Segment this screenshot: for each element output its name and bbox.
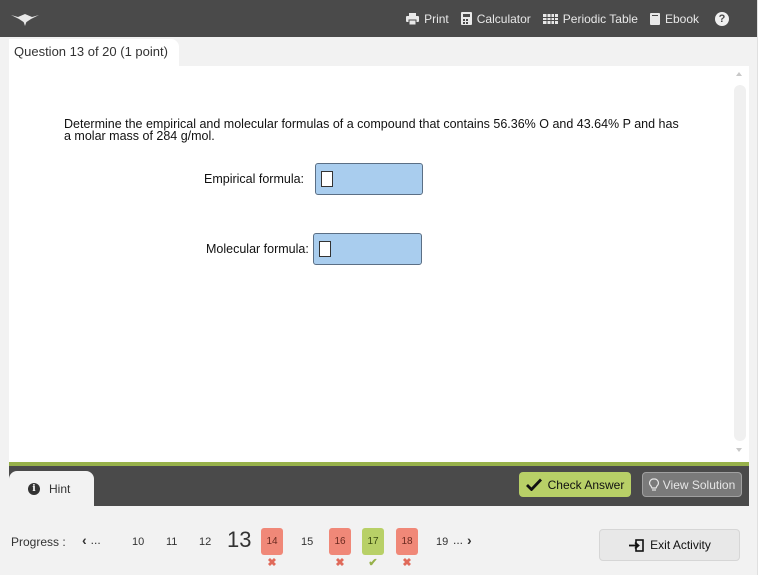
info-icon: i	[28, 482, 40, 495]
scrollbar-thumb[interactable]	[734, 85, 746, 441]
exit-activity-label: Exit Activity	[650, 538, 711, 552]
print-label: Print	[424, 11, 449, 26]
exit-icon	[629, 538, 644, 552]
progress-label: Progress :	[11, 535, 66, 549]
calculator-label: Calculator	[476, 11, 531, 26]
chevron-right-icon: ›	[467, 532, 472, 548]
progress-next-label: ...	[453, 533, 464, 547]
periodic-table-label: Periodic Table	[562, 11, 638, 26]
progress-item-12[interactable]: 12	[199, 536, 211, 548]
view-solution-label: View Solution	[662, 477, 736, 492]
wrong-mark-icon: ✖	[402, 557, 412, 569]
question-tab: Question 13 of 20 (1 point)	[9, 39, 179, 67]
chevron-left-icon: ‹	[82, 532, 87, 548]
question-text: Determine the empirical and molecular fo…	[64, 117, 679, 143]
hint-label: Hint	[49, 481, 71, 496]
progress-item-18[interactable]: 18	[396, 528, 418, 555]
empirical-formula-row: Empirical formula:	[204, 163, 424, 195]
progress-current: 13	[227, 527, 252, 552]
progress-item-17[interactable]: 17	[362, 528, 384, 555]
progress-item-14[interactable]: 14	[261, 528, 283, 555]
calculator-icon	[460, 12, 472, 25]
check-answer-button[interactable]: Check Answer	[519, 472, 631, 497]
top-bar: Print Calculator Periodic Table Ebook ?	[0, 0, 757, 37]
progress-next-button[interactable]: ... ›	[453, 532, 472, 548]
progress-item-11[interactable]: 11	[166, 536, 177, 548]
molecular-formula-row: Molecular formula:	[206, 233, 422, 265]
progress-prev-button[interactable]: ‹ ...	[82, 532, 101, 548]
exit-activity-button[interactable]: Exit Activity	[599, 529, 740, 561]
scroll-down-icon[interactable]	[736, 448, 742, 452]
molecular-formula-input[interactable]	[312, 233, 422, 265]
ebook-label: Ebook	[664, 11, 699, 26]
printer-icon	[406, 12, 420, 25]
empirical-formula-input[interactable]	[315, 163, 424, 195]
action-bar	[9, 466, 749, 506]
panel-scrollbar[interactable]	[734, 72, 746, 452]
progress-prev-label: ...	[90, 533, 101, 547]
window-scroll-edge	[757, 0, 767, 575]
progress-item-10[interactable]: 10	[132, 536, 144, 548]
molecular-formula-label: Molecular formula:	[206, 242, 309, 256]
text-cursor-box	[321, 171, 334, 187]
wrong-mark-icon: ✖	[335, 557, 345, 569]
ebook-icon	[649, 12, 660, 25]
view-solution-button[interactable]: View Solution	[642, 472, 742, 497]
correct-mark-icon: ✔	[368, 557, 378, 569]
text-cursor-box	[318, 241, 331, 257]
scroll-up-icon[interactable]	[736, 72, 742, 76]
question-tab-label: Question 13 of 20 (1 point)	[14, 44, 168, 59]
help-icon[interactable]: ?	[715, 11, 729, 26]
empirical-formula-label: Empirical formula:	[204, 172, 305, 186]
toolbar: Print Calculator Periodic Table Ebook ?	[406, 0, 729, 37]
app-window: Print Calculator Periodic Table Ebook ? …	[0, 0, 767, 575]
wrong-mark-icon: ✖	[267, 557, 277, 569]
logo-icon	[11, 14, 39, 26]
progress-item-15[interactable]: 15	[301, 536, 313, 548]
checkmark-icon	[525, 478, 542, 491]
periodic-table-icon	[542, 13, 558, 24]
check-answer-label: Check Answer	[547, 477, 625, 492]
print-button[interactable]: Print	[406, 12, 449, 26]
ebook-button[interactable]: Ebook	[649, 11, 699, 26]
progress-item-16[interactable]: 16	[329, 528, 351, 555]
progress-item-19[interactable]: 19	[436, 536, 448, 548]
periodic-table-button[interactable]: Periodic Table	[542, 11, 638, 26]
calculator-button[interactable]: Calculator	[460, 11, 531, 26]
hint-button[interactable]: i Hint	[9, 471, 94, 506]
lightbulb-icon	[648, 478, 659, 491]
